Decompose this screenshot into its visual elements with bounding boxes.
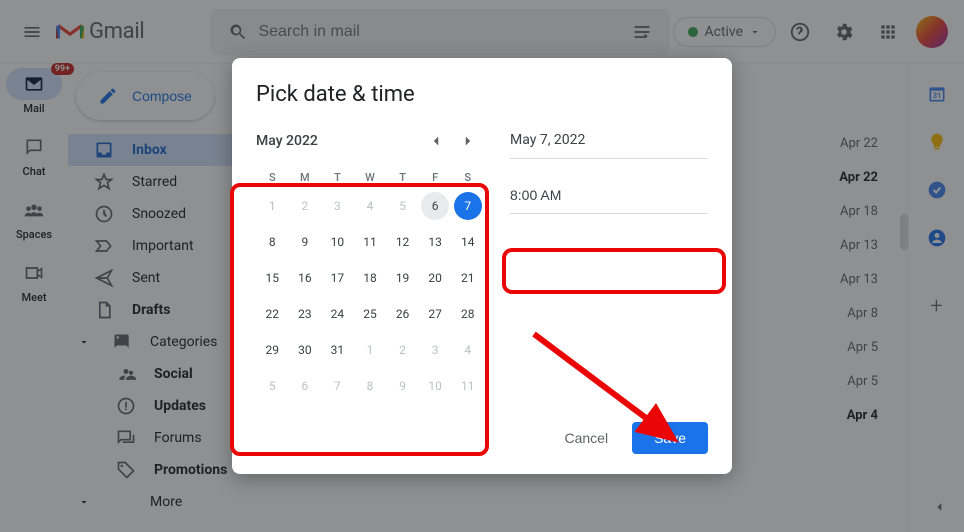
- calendar-day[interactable]: 21: [454, 264, 482, 292]
- prev-month-button[interactable]: [420, 125, 452, 157]
- selected-date-output[interactable]: May 7, 2022: [510, 128, 708, 159]
- calendar-day[interactable]: 13: [421, 228, 449, 256]
- calendar-day[interactable]: 30: [291, 336, 319, 364]
- calendar-dow: W: [354, 171, 387, 184]
- calendar-day[interactable]: 16: [291, 264, 319, 292]
- calendar-day: 9: [389, 372, 417, 400]
- calendar-dow: T: [386, 171, 419, 184]
- calendar-day[interactable]: 25: [356, 300, 384, 328]
- calendar-day[interactable]: 23: [291, 300, 319, 328]
- calendar-day[interactable]: 17: [323, 264, 351, 292]
- next-month-button[interactable]: [452, 125, 484, 157]
- calendar-day: 6: [291, 372, 319, 400]
- calendar-day: 1: [356, 336, 384, 364]
- datetime-modal: Pick date & time May 2022 SMTWTFS1234567…: [232, 58, 732, 474]
- calendar-day[interactable]: 22: [258, 300, 286, 328]
- calendar-day[interactable]: 7: [454, 192, 482, 220]
- calendar-day[interactable]: 28: [454, 300, 482, 328]
- calendar-day[interactable]: 19: [389, 264, 417, 292]
- calendar-dow: S: [256, 171, 289, 184]
- calendar-day[interactable]: 15: [258, 264, 286, 292]
- calendar-day: 10: [421, 372, 449, 400]
- calendar-day[interactable]: 26: [389, 300, 417, 328]
- calendar-month-label: May 2022: [256, 133, 420, 149]
- calendar-day[interactable]: 14: [454, 228, 482, 256]
- calendar-day: 3: [323, 192, 351, 220]
- calendar-day: 4: [356, 192, 384, 220]
- calendar-day: 4: [454, 336, 482, 364]
- calendar-day[interactable]: 9: [291, 228, 319, 256]
- calendar-day[interactable]: 12: [389, 228, 417, 256]
- calendar-day[interactable]: 8: [258, 228, 286, 256]
- calendar-day[interactable]: 24: [323, 300, 351, 328]
- modal-title: Pick date & time: [256, 82, 708, 107]
- calendar-day[interactable]: 6: [421, 192, 449, 220]
- calendar-day: 7: [323, 372, 351, 400]
- calendar-day: 1: [258, 192, 286, 220]
- calendar-day: 11: [454, 372, 482, 400]
- calendar-day: 2: [291, 192, 319, 220]
- calendar-dow: T: [321, 171, 354, 184]
- time-input[interactable]: [510, 173, 708, 214]
- calendar-day[interactable]: 20: [421, 264, 449, 292]
- calendar-dow: S: [451, 171, 484, 184]
- calendar-day[interactable]: 27: [421, 300, 449, 328]
- calendar-day: 3: [421, 336, 449, 364]
- calendar-day[interactable]: 31: [323, 336, 351, 364]
- calendar-day: 8: [356, 372, 384, 400]
- calendar-day: 5: [389, 192, 417, 220]
- calendar-day[interactable]: 29: [258, 336, 286, 364]
- calendar-day[interactable]: 11: [356, 228, 384, 256]
- calendar-day: 2: [389, 336, 417, 364]
- calendar-day[interactable]: 10: [323, 228, 351, 256]
- calendar-dow: F: [419, 171, 452, 184]
- save-button[interactable]: Save: [632, 422, 708, 454]
- calendar-dow: M: [289, 171, 322, 184]
- calendar-day: 5: [258, 372, 286, 400]
- cancel-button[interactable]: Cancel: [550, 422, 622, 454]
- calendar-day[interactable]: 18: [356, 264, 384, 292]
